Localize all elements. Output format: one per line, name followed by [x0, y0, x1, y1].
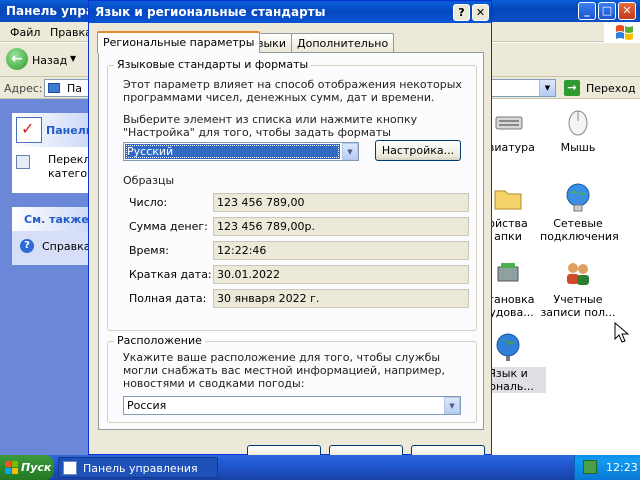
network-connections-icon: [562, 181, 594, 213]
go-button[interactable]: → Переход: [562, 79, 638, 97]
icon-mouse[interactable]: Мышь: [540, 105, 616, 154]
dialog-titlebar[interactable]: Язык и региональные стандарты: [89, 1, 491, 23]
formats-description: Этот параметр влияет на способ отображен…: [123, 78, 462, 104]
sample-value-long-date: 30 января 2022 г.: [213, 289, 469, 308]
close-button[interactable]: ✕: [618, 2, 636, 20]
tab-advanced[interactable]: Дополнительно: [291, 33, 395, 52]
menu-edit[interactable]: Правка: [50, 26, 92, 39]
task-box-panel-header[interactable]: Панель: [12, 113, 100, 147]
formats-group-caption: Языковые стандарты и форматы: [114, 58, 312, 71]
help-icon: ?: [20, 239, 34, 253]
mouse-pointer-icon: [614, 321, 630, 344]
taskbar-control-panel-label: Панель управления: [83, 462, 198, 475]
folder-options-icon: [492, 181, 524, 213]
sample-value-short-date: 30.01.2022: [213, 265, 469, 284]
keyboard-icon: [492, 105, 524, 137]
minimize-button[interactable]: _: [578, 2, 596, 20]
sample-value-time: 12:22:46: [213, 241, 469, 260]
address-value: Па: [67, 82, 83, 95]
chevron-down-icon[interactable]: ▼: [444, 397, 460, 414]
location-select[interactable]: Россия ▼: [123, 396, 461, 415]
sample-label-currency: Сумма денег:: [129, 220, 208, 233]
locale-select[interactable]: Русский ▼: [123, 142, 359, 161]
switch-view-icon: [16, 155, 30, 169]
tray-icon[interactable]: [583, 460, 597, 474]
start-button[interactable]: Пуск: [0, 455, 54, 480]
sample-label-number: Число:: [129, 196, 168, 209]
sample-value-currency: 123 456 789,00р.: [213, 217, 469, 236]
sample-label-long-date: Полная дата:: [129, 292, 207, 305]
icon-network-connections[interactable]: Сетевые подключения: [540, 181, 619, 243]
help-button[interactable]: ?: [453, 4, 470, 21]
maximize-button[interactable]: □: [598, 2, 616, 20]
dialog-close-button[interactable]: ✕: [472, 4, 489, 21]
task-box-panel-title: Панель: [46, 124, 93, 137]
go-button-label: Переход: [586, 82, 636, 95]
help-link-label: Справка: [42, 240, 91, 253]
location-select-value: Россия: [127, 399, 167, 412]
locale-select-value: Русский: [125, 144, 340, 159]
control-panel-title: Панель упра: [6, 4, 94, 18]
location-description: Укажите ваше расположение для того, чтоб…: [123, 351, 445, 390]
menu-file[interactable]: Файл: [10, 26, 40, 39]
icon-user-accounts-line2: записи пол...: [540, 306, 616, 319]
control-panel-icon: [63, 461, 77, 475]
customize-button[interactable]: Настройка...: [375, 140, 461, 161]
clock[interactable]: 12:23: [606, 461, 638, 474]
back-dropdown-icon[interactable]: ▼: [70, 54, 76, 63]
windows-logo-icon: [604, 22, 640, 44]
sample-label-short-date: Краткая дата:: [129, 268, 212, 281]
task-pane: Панель Переклн категор См. также ? Справ…: [0, 99, 100, 455]
location-group-caption: Расположение: [114, 334, 205, 347]
control-panel-icon: [16, 117, 42, 143]
dialog-title: Язык и региональные стандарты: [95, 5, 326, 19]
chevron-down-icon[interactable]: ▼: [342, 143, 358, 160]
regional-options-dialog: Язык и региональные стандарты ? ✕ Регион…: [88, 0, 492, 457]
start-label: Пуск: [21, 461, 52, 474]
address-dropdown-icon[interactable]: ▼: [539, 80, 555, 96]
address-label: Адрес:: [4, 82, 43, 95]
go-arrow-icon: →: [564, 80, 580, 96]
icon-user-accounts[interactable]: Учетные записи пол...: [540, 257, 616, 319]
folder-icon: [48, 83, 60, 93]
back-arrow-icon[interactable]: ←: [6, 48, 28, 70]
windows-flag-icon: [5, 461, 18, 474]
sample-label-time: Время:: [129, 244, 169, 257]
back-button-label[interactable]: Назад: [32, 54, 67, 67]
mouse-icon: [562, 105, 594, 137]
icon-network-line2: подключения: [540, 230, 619, 243]
icon-mouse-label: Мышь: [560, 141, 596, 154]
system-tray: 12:23: [574, 455, 640, 480]
samples-label: Образцы: [123, 174, 175, 187]
regional-options-icon: [492, 331, 524, 363]
taskbar: Пуск Панель управления 12:23: [0, 455, 640, 480]
user-accounts-icon: [562, 257, 594, 289]
icon-user-accounts-line1: Учетные: [553, 293, 603, 306]
tab-panel: Языковые стандарты и форматы Этот параме…: [98, 52, 484, 430]
tab-regional-options[interactable]: Региональные параметры: [97, 31, 261, 53]
sample-value-number: 123 456 789,00: [213, 193, 469, 212]
taskbar-control-panel[interactable]: Панель управления: [58, 457, 218, 478]
add-hardware-icon: [492, 257, 524, 289]
see-also-header[interactable]: См. также: [12, 207, 100, 231]
icon-network-line1: Сетевые: [553, 217, 603, 230]
icons-area: авиатура Мышь ойства апки Сетевые подклю…: [470, 99, 640, 455]
